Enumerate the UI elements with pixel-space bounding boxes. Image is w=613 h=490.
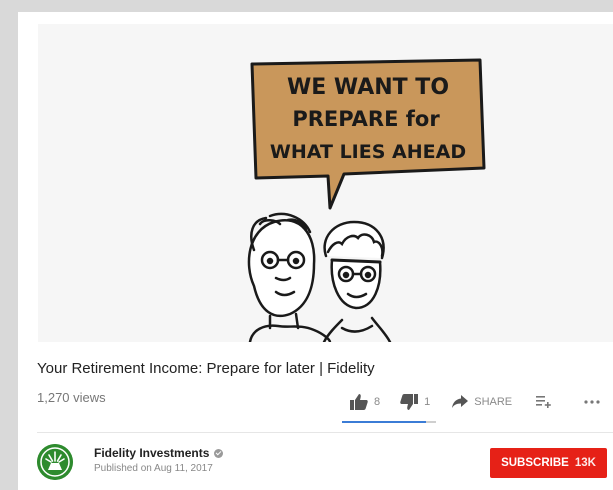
bubble-line-2: PREPARE for bbox=[292, 107, 440, 131]
verified-icon bbox=[214, 448, 224, 458]
video-player[interactable]: WE WANT TO PREPARE for WHAT LIES AHEAD bbox=[38, 24, 613, 342]
more-button[interactable] bbox=[584, 400, 600, 404]
thumbs-up-icon bbox=[350, 394, 368, 410]
channel-info: Fidelity Investments Published on Aug 11… bbox=[94, 446, 224, 474]
bubble-line-3: WHAT LIES AHEAD bbox=[270, 141, 466, 163]
share-arrow-icon bbox=[452, 395, 469, 408]
like-ratio-bar bbox=[342, 421, 436, 423]
add-to-playlist-icon bbox=[536, 396, 551, 408]
video-illustration: WE WANT TO PREPARE for WHAT LIES AHEAD bbox=[38, 24, 613, 342]
like-ratio-fill bbox=[342, 421, 426, 423]
bubble-line-1: WE WANT TO bbox=[287, 75, 449, 100]
share-button[interactable]: SHARE bbox=[452, 395, 512, 409]
publish-date: Published on Aug 11, 2017 bbox=[94, 463, 213, 474]
channel-avatar[interactable] bbox=[37, 444, 73, 480]
like-count: 8 bbox=[374, 396, 381, 408]
dislike-button[interactable]: 1 bbox=[400, 394, 430, 410]
dislike-count: 1 bbox=[424, 396, 431, 408]
view-count: 1,270 views bbox=[37, 390, 106, 405]
subscribe-label: SUBSCRIBE bbox=[501, 457, 569, 469]
channel-name[interactable]: Fidelity Investments bbox=[94, 446, 209, 460]
fidelity-logo-icon bbox=[37, 444, 73, 480]
thumbs-down-icon bbox=[400, 394, 419, 410]
more-icon bbox=[584, 400, 600, 404]
share-label: SHARE bbox=[474, 396, 513, 408]
channel-name-row[interactable]: Fidelity Investments bbox=[94, 446, 224, 460]
video-actions: 8 1 SHARE bbox=[350, 392, 600, 412]
subscribe-button[interactable]: SUBSCRIBE 13K bbox=[490, 448, 607, 478]
add-to-playlist-button[interactable] bbox=[536, 396, 552, 408]
subscriber-count: 13K bbox=[574, 457, 596, 469]
divider bbox=[37, 432, 613, 433]
like-button[interactable]: 8 bbox=[350, 394, 380, 410]
video-title: Your Retirement Income: Prepare for late… bbox=[37, 360, 375, 377]
